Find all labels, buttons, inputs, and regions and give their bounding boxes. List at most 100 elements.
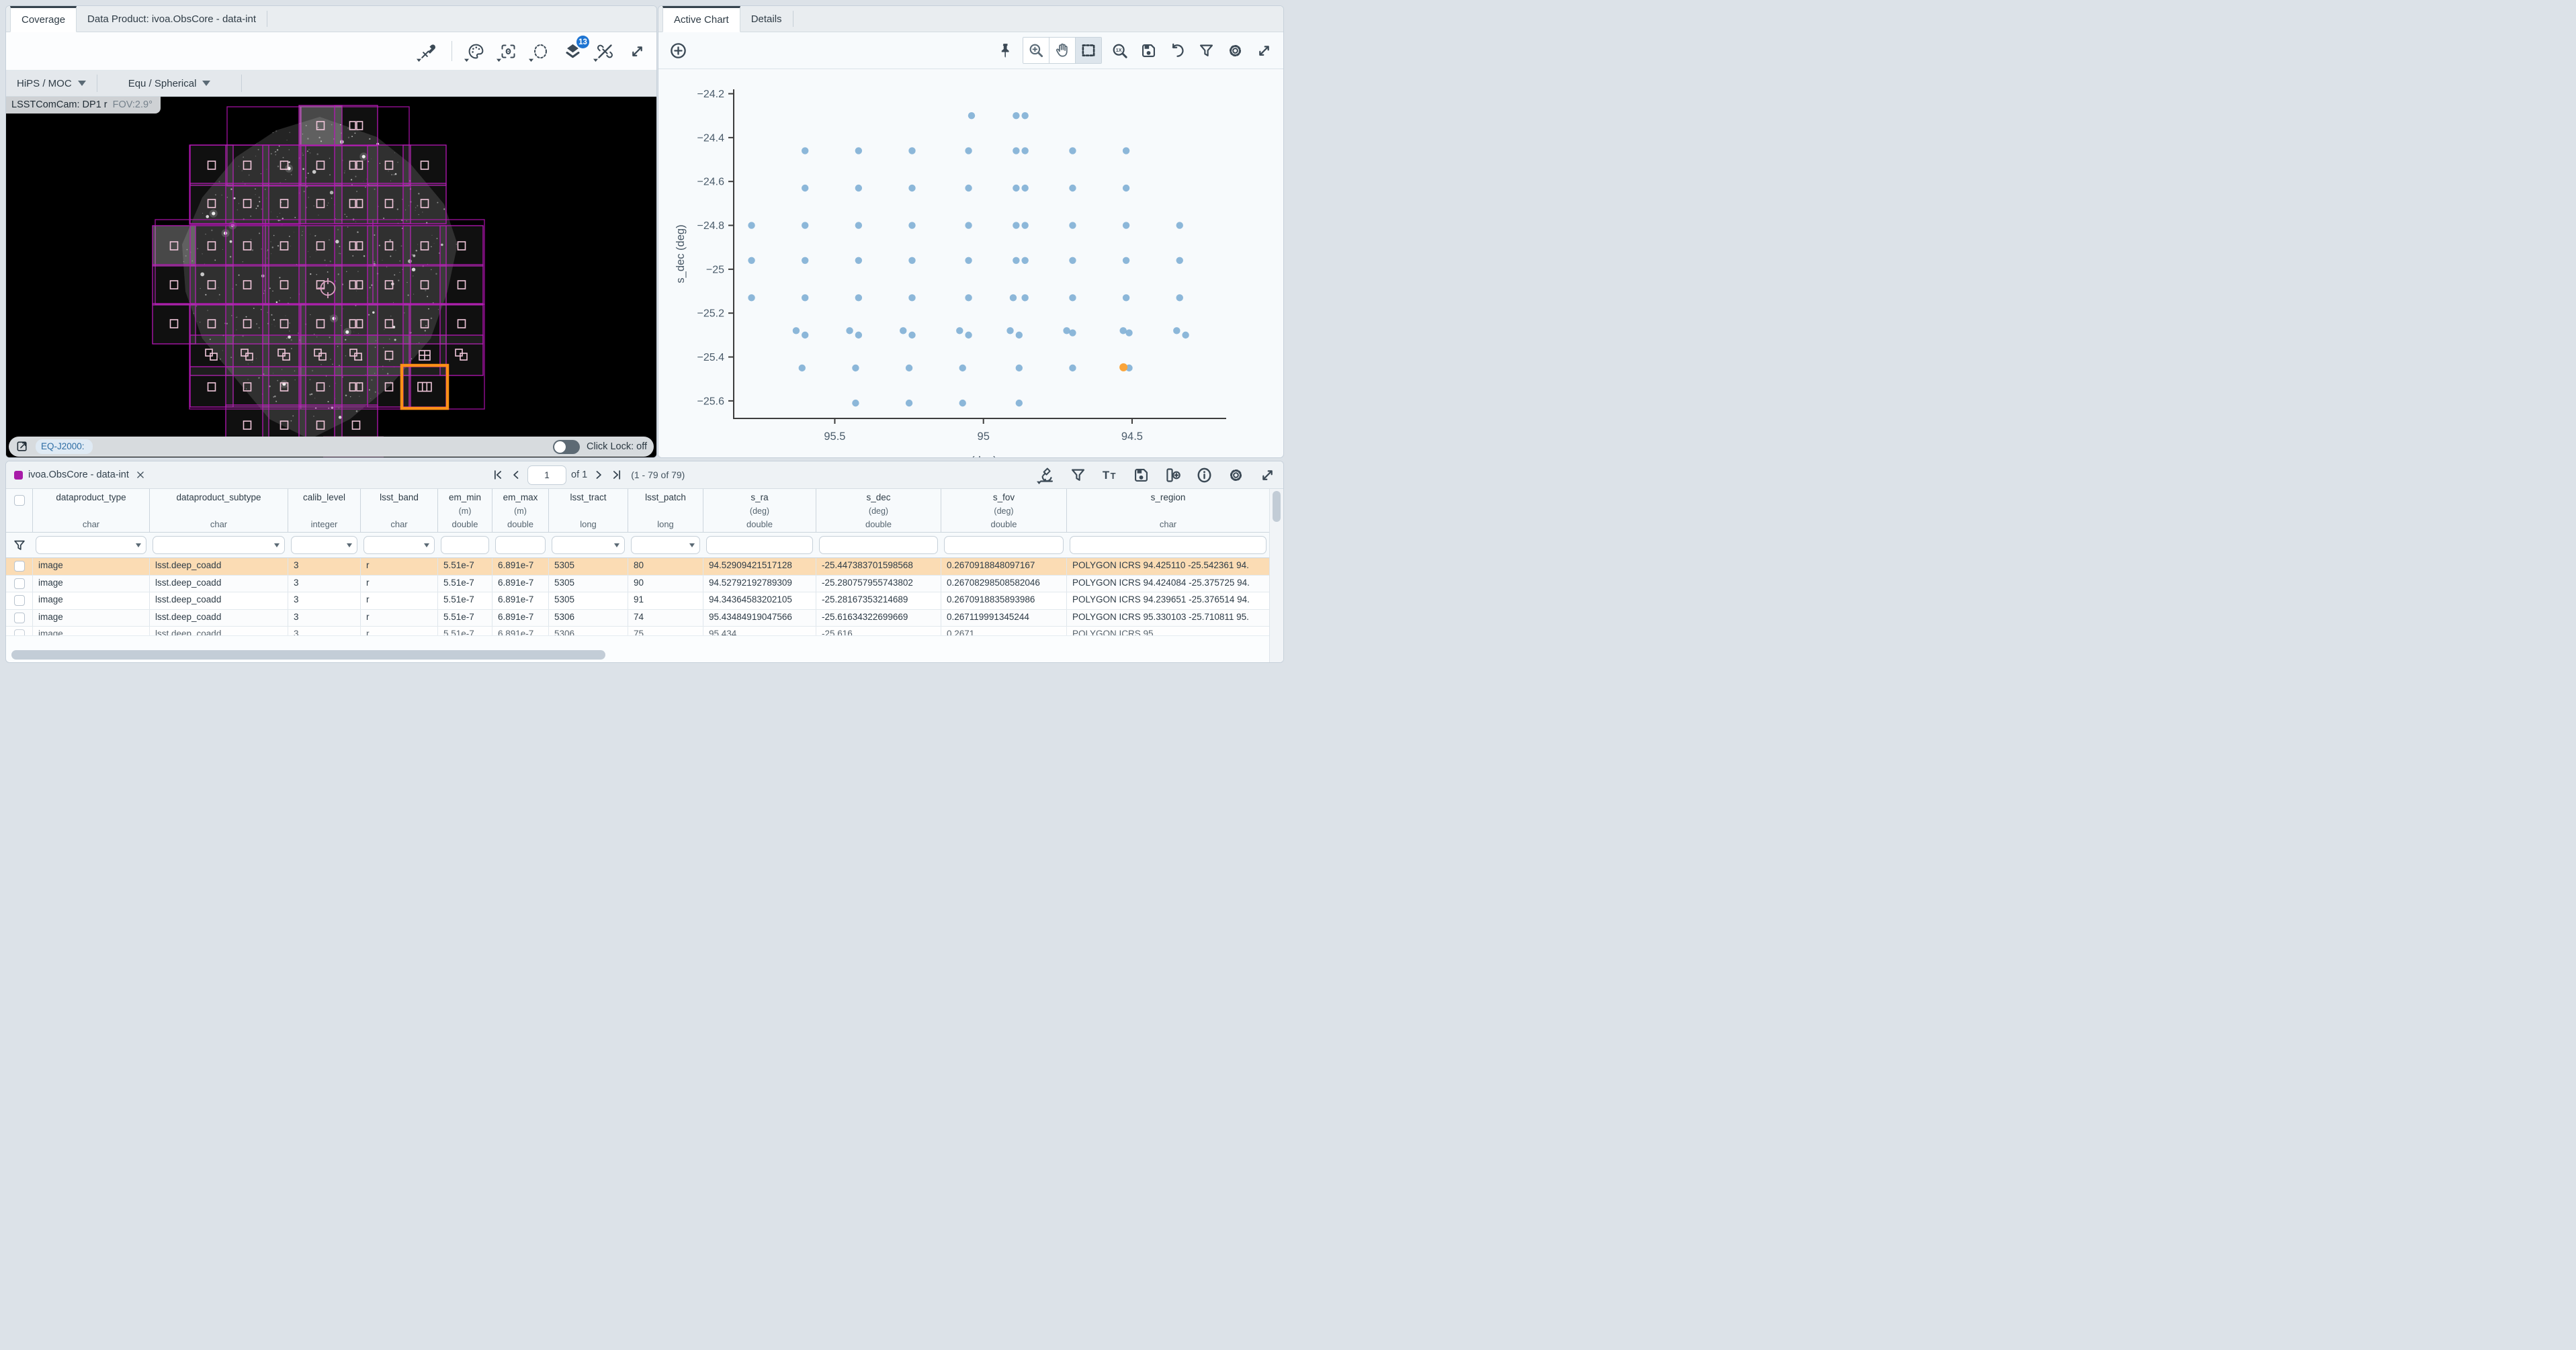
filter-input-s_region[interactable] — [1070, 536, 1266, 554]
data-point[interactable] — [1069, 147, 1076, 154]
chart-filter-button[interactable] — [1195, 38, 1217, 63]
tab-details[interactable]: Details — [740, 6, 793, 32]
data-point[interactable] — [908, 222, 915, 228]
table-text-options-button[interactable]: TT — [1100, 463, 1119, 486]
coverage-expand-button[interactable] — [626, 38, 648, 64]
coverage-tile[interactable] — [153, 265, 196, 305]
data-point[interactable] — [748, 222, 755, 228]
column-header-dataproduct_subtype[interactable]: dataproduct_subtypechar — [150, 489, 288, 532]
data-point[interactable] — [802, 257, 808, 264]
data-point[interactable] — [1006, 327, 1013, 334]
horizontal-scrollbar[interactable] — [10, 650, 1267, 660]
data-point[interactable] — [1173, 327, 1180, 334]
data-point[interactable] — [852, 365, 859, 371]
data-point[interactable] — [846, 327, 853, 334]
table-info-button[interactable] — [1195, 463, 1213, 486]
data-point[interactable] — [1013, 147, 1019, 154]
data-point[interactable] — [799, 365, 806, 371]
data-point[interactable] — [1069, 222, 1076, 228]
data-point[interactable] — [1123, 185, 1129, 191]
data-point[interactable] — [802, 294, 808, 301]
table-filter-button[interactable] — [1068, 463, 1087, 486]
table-row[interactable]: imagelsst.deep_coadd3r5.51e-76.891e-7530… — [6, 558, 1283, 576]
coverage-layers-button[interactable]: 13 — [561, 38, 584, 64]
data-point[interactable] — [802, 185, 808, 191]
data-point[interactable] — [855, 294, 862, 301]
data-point[interactable] — [1125, 329, 1132, 336]
first-page-button[interactable] — [491, 468, 505, 482]
coverage-tile[interactable] — [153, 304, 196, 344]
external-frame-icon[interactable] — [15, 440, 29, 453]
data-point[interactable] — [802, 147, 808, 154]
data-point[interactable] — [1123, 294, 1129, 301]
data-point[interactable] — [1010, 294, 1017, 301]
column-header-s_dec[interactable]: s_dec(deg)double — [816, 489, 941, 532]
data-point[interactable] — [1021, 294, 1028, 301]
table-save-button[interactable] — [1131, 463, 1150, 486]
coverage-tools-button[interactable] — [417, 38, 439, 64]
column-header-s_fov[interactable]: s_fov(deg)double — [941, 489, 1067, 532]
table-expand-button[interactable] — [1258, 463, 1277, 486]
data-point[interactable] — [1123, 147, 1129, 154]
data-point[interactable] — [959, 400, 966, 406]
data-point[interactable] — [748, 294, 755, 301]
filter-input-s_fov[interactable] — [944, 536, 1064, 554]
column-header-s_region[interactable]: s_regionchar — [1067, 489, 1270, 532]
chart-zoom-in-button[interactable] — [1023, 38, 1049, 63]
data-point[interactable] — [1013, 185, 1019, 191]
table-settings-button[interactable] — [1226, 463, 1245, 486]
data-point[interactable] — [855, 147, 862, 154]
data-point[interactable] — [802, 332, 808, 339]
coverage-select-region-button[interactable] — [529, 38, 552, 64]
table-row[interactable]: imagelsst.deep_coadd3r5.51e-76.891e-7530… — [6, 610, 1283, 627]
data-point[interactable] — [965, 294, 972, 301]
column-header-lsst_patch[interactable]: lsst_patchlong — [628, 489, 703, 532]
data-point[interactable] — [1016, 365, 1023, 371]
data-point[interactable] — [1123, 257, 1129, 264]
coverage-tile[interactable] — [403, 145, 446, 185]
filter-input-calib_level[interactable] — [291, 536, 357, 554]
data-point[interactable] — [1119, 327, 1126, 334]
prev-page-button[interactable] — [509, 468, 523, 482]
data-point[interactable] — [1016, 400, 1023, 406]
filter-input-dataproduct_type[interactable] — [36, 536, 146, 554]
data-point[interactable] — [965, 332, 972, 339]
data-point[interactable] — [965, 222, 972, 228]
coverage-map[interactable]: LSSTComCam: DP1 rFOV:2.9° EQ-J2000: Clic… — [6, 97, 656, 458]
row-checkbox[interactable] — [14, 613, 25, 623]
filter-input-lsst_tract[interactable] — [552, 536, 625, 554]
chart-restore-button[interactable] — [1166, 38, 1189, 63]
data-point[interactable] — [906, 365, 912, 371]
coverage-tile[interactable] — [335, 105, 378, 146]
chart-expand-button[interactable] — [1252, 38, 1275, 63]
data-point[interactable] — [908, 257, 915, 264]
data-point[interactable] — [908, 332, 915, 339]
filter-input-lsst_patch[interactable] — [631, 536, 700, 554]
row-checkbox[interactable] — [14, 578, 25, 589]
coverage-recenter-button[interactable] — [497, 38, 519, 64]
coverage-tile[interactable] — [440, 226, 483, 266]
highlighted-data-point[interactable] — [1119, 363, 1127, 371]
chart-pan-button[interactable] — [1049, 38, 1076, 63]
data-point[interactable] — [959, 365, 966, 371]
data-point[interactable] — [968, 112, 975, 119]
coverage-tile[interactable] — [153, 226, 196, 266]
click-lock-toggle[interactable] — [553, 440, 580, 454]
data-point[interactable] — [1069, 294, 1076, 301]
filter-input-em_max[interactable] — [495, 536, 546, 554]
filter-input-s_ra[interactable] — [706, 536, 813, 554]
vertical-scrollbar[interactable] — [1269, 489, 1283, 662]
data-point[interactable] — [908, 185, 915, 191]
data-point[interactable] — [965, 147, 972, 154]
data-point[interactable] — [1069, 185, 1076, 191]
table-row[interactable]: imagelsst.deep_coadd3r5.51e-76.891e-7530… — [6, 576, 1283, 593]
data-point[interactable] — [1013, 257, 1019, 264]
chart-save-button[interactable] — [1137, 38, 1160, 63]
data-point[interactable] — [1021, 147, 1028, 154]
page-number-input[interactable] — [527, 465, 566, 485]
data-point[interactable] — [900, 327, 906, 334]
data-point[interactable] — [956, 327, 963, 334]
data-point[interactable] — [1069, 329, 1076, 336]
select-all-checkbox[interactable] — [14, 495, 25, 506]
column-header-em_min[interactable]: em_min(m)double — [438, 489, 492, 532]
